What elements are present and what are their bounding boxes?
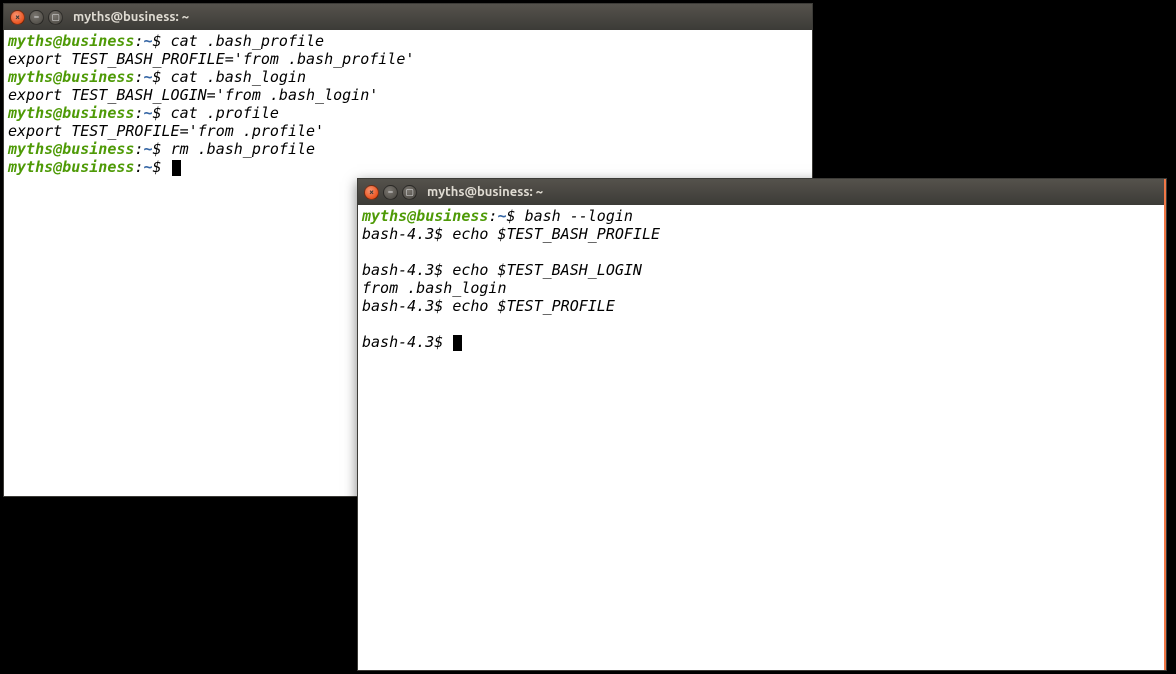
- terminal-line: bash-4.3$ echo $TEST_PROFILE: [362, 297, 1162, 315]
- terminal-line: bash-4.3$ echo $TEST_BASH_LOGIN: [362, 261, 1162, 279]
- prompt-user: myths@business: [8, 140, 134, 158]
- command-text: echo $TEST_BASH_PROFILE: [452, 225, 660, 243]
- close-icon[interactable]: ×: [10, 10, 25, 25]
- command-text: rm .bash_profile: [171, 140, 316, 158]
- max-glyph: ▢: [405, 188, 414, 197]
- titlebar-1[interactable]: × – ▢ myths@business: ~: [4, 4, 812, 30]
- terminal-line: export TEST_PROFILE='from .profile': [8, 122, 808, 140]
- titlebar-2[interactable]: × – ▢ myths@business: ~: [358, 179, 1166, 205]
- window-title-2: myths@business: ~: [427, 185, 543, 199]
- prompt-user: myths@business: [8, 158, 134, 176]
- terminal-line: from .bash_login: [362, 279, 1162, 297]
- window-controls-2: × – ▢: [364, 185, 417, 200]
- prompt-user: myths@business: [8, 68, 134, 86]
- terminal-line: myths@business:~$ cat .bash_profile: [8, 32, 808, 50]
- prompt-dollar: $: [153, 68, 171, 86]
- prompt-user: myths@business: [8, 104, 134, 122]
- output-text: export TEST_BASH_PROFILE='from .bash_pro…: [8, 50, 414, 68]
- command-text: echo $TEST_PROFILE: [452, 297, 615, 315]
- close-icon[interactable]: ×: [364, 185, 379, 200]
- prompt-dollar: $: [153, 158, 171, 176]
- terminal-line: bash-4.3$: [362, 333, 1162, 351]
- terminal-line: bash-4.3$ echo $TEST_BASH_PROFILE: [362, 225, 1162, 243]
- terminal-line: myths@business:~$ rm .bash_profile: [8, 140, 808, 158]
- output-text: from .bash_login: [362, 279, 507, 297]
- window-right-edge: [1164, 179, 1166, 670]
- prompt-dollar: $: [153, 140, 171, 158]
- terminal-line: myths@business:~$ cat .profile: [8, 104, 808, 122]
- sub-prompt: bash-4.3$: [362, 297, 452, 315]
- min-glyph: –: [34, 13, 39, 22]
- command-text: cat .bash_login: [171, 68, 306, 86]
- terminal-window-2[interactable]: × – ▢ myths@business: ~ myths@business:~…: [357, 178, 1167, 671]
- prompt-user: myths@business: [8, 32, 134, 50]
- terminal-line: myths@business:~$: [8, 158, 808, 176]
- window-controls-1: × – ▢: [10, 10, 63, 25]
- prompt-path: ~: [143, 68, 152, 86]
- output-text: export TEST_PROFILE='from .profile': [8, 122, 324, 140]
- max-glyph: ▢: [51, 13, 60, 22]
- prompt-path: ~: [497, 207, 506, 225]
- prompt-path: ~: [143, 140, 152, 158]
- command-text: cat .profile: [171, 104, 279, 122]
- prompt-path: ~: [143, 32, 152, 50]
- terminal-line: [362, 243, 1162, 261]
- prompt-dollar: $: [153, 32, 171, 50]
- close-glyph: ×: [15, 13, 20, 22]
- prompt-dollar: $: [153, 104, 171, 122]
- terminal-line: myths@business:~$ bash --login: [362, 207, 1162, 225]
- terminal-line: [362, 315, 1162, 333]
- terminal-body-2[interactable]: myths@business:~$ bash --loginbash-4.3$ …: [358, 205, 1166, 670]
- minimize-icon[interactable]: –: [383, 185, 398, 200]
- terminal-line: myths@business:~$ cat .bash_login: [8, 68, 808, 86]
- command-text: cat .bash_profile: [171, 32, 325, 50]
- sub-prompt: bash-4.3$: [362, 333, 452, 351]
- command-text: bash --login: [525, 207, 633, 225]
- min-glyph: –: [388, 188, 393, 197]
- cursor-icon: [172, 160, 181, 176]
- prompt-path: ~: [143, 158, 152, 176]
- sub-prompt: bash-4.3$: [362, 225, 452, 243]
- sub-prompt: bash-4.3$: [362, 261, 452, 279]
- prompt-path: ~: [143, 104, 152, 122]
- terminal-line: export TEST_BASH_PROFILE='from .bash_pro…: [8, 50, 808, 68]
- maximize-icon[interactable]: ▢: [48, 10, 63, 25]
- maximize-icon[interactable]: ▢: [402, 185, 417, 200]
- output-text: export TEST_BASH_LOGIN='from .bash_login…: [8, 86, 378, 104]
- minimize-icon[interactable]: –: [29, 10, 44, 25]
- close-glyph: ×: [369, 188, 374, 197]
- window-title-1: myths@business: ~: [73, 10, 189, 24]
- prompt-user: myths@business: [362, 207, 488, 225]
- command-text: echo $TEST_BASH_LOGIN: [452, 261, 642, 279]
- prompt-dollar: $: [507, 207, 525, 225]
- terminal-line: export TEST_BASH_LOGIN='from .bash_login…: [8, 86, 808, 104]
- cursor-icon: [453, 335, 462, 351]
